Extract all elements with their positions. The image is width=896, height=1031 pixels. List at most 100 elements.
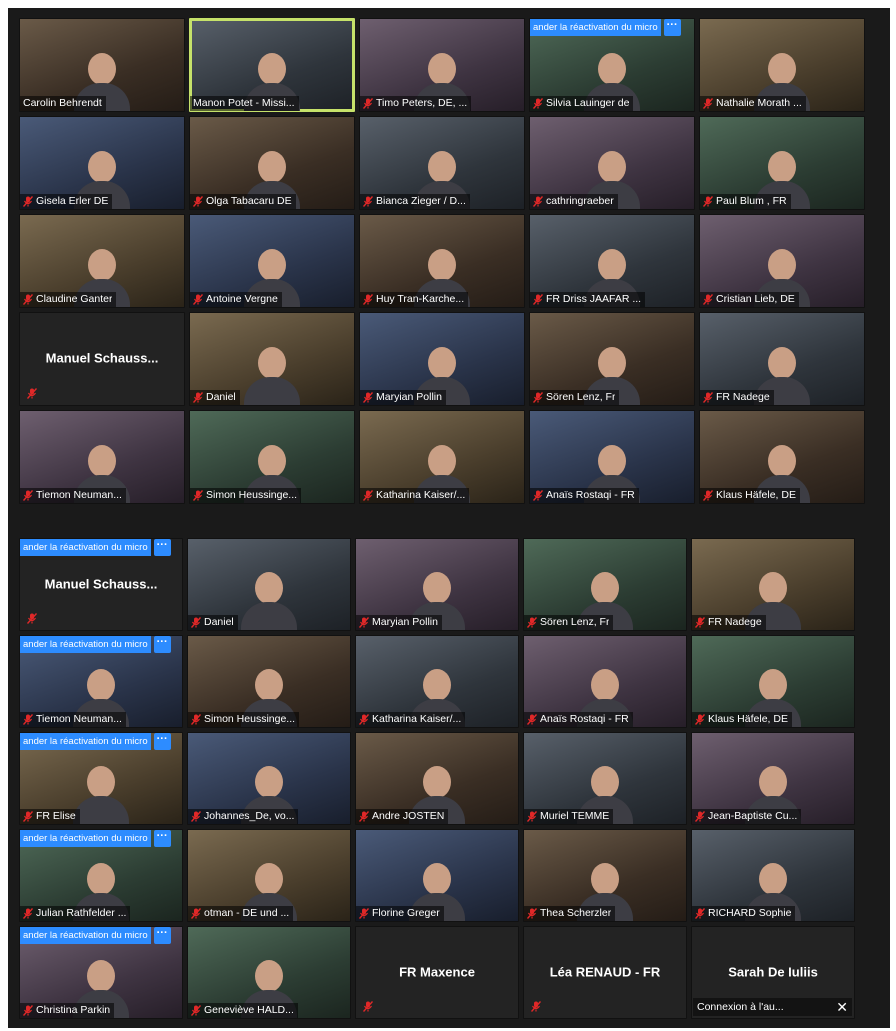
participant-name-bar: Silvia Lauinger de xyxy=(530,96,634,111)
participant-name: Katharina Kaiser/... xyxy=(376,489,466,501)
participant-tile-soren-lenz-fr[interactable]: Sören Lenz, Fr xyxy=(523,538,687,631)
participant-name: Anaïs Rostaqi - FR xyxy=(540,713,629,725)
more-options-button[interactable]: ··· xyxy=(153,636,171,653)
participant-name-bar: otman - DE und ... xyxy=(188,906,294,921)
participant-video xyxy=(73,762,129,824)
muted-microphone-icon xyxy=(703,391,713,403)
participant-tile-soren-lenz-fr[interactable]: Sören Lenz, Fr xyxy=(529,312,695,406)
participant-tile-andre-josten[interactable]: Andre JOSTEN xyxy=(355,732,519,825)
participant-tile-carolin-behrendt[interactable]: Carolin Behrendt xyxy=(19,18,185,112)
participant-tile-tiemon-neuman[interactable]: Tiemon Neuman... xyxy=(19,410,185,504)
participant-tile-genevieve-hald[interactable]: Geneviève HALD... xyxy=(187,926,351,1019)
muted-microphone-icon xyxy=(363,1001,373,1012)
participant-tile-silvia-lauinger-de[interactable]: Silvia Lauinger de ander la réactivation … xyxy=(529,18,695,112)
more-options-button[interactable]: ··· xyxy=(663,19,681,36)
muted-microphone-icon xyxy=(533,293,543,305)
participant-tile-fr-nadege[interactable]: FR Nadege xyxy=(699,312,865,406)
participant-tile-cristian-lieb-de[interactable]: Cristian Lieb, DE xyxy=(699,214,865,308)
unmute-request-banner[interactable]: ander la réactivation du micro ··· xyxy=(530,19,681,36)
participant-name-bar: Johannes_De, vo... xyxy=(188,809,299,824)
participant-tile-maryian-pollin[interactable]: Maryian Pollin xyxy=(359,312,525,406)
participant-tile-manuel-schauss[interactable]: Manuel Schauss... ander la réactivation d… xyxy=(19,538,183,631)
more-options-button[interactable]: ··· xyxy=(153,539,171,556)
muted-microphone-icon xyxy=(23,293,33,305)
muted-microphone-icon xyxy=(193,195,203,207)
participant-tile-fr-elise[interactable]: FR Elise ander la réactivation du micro ··… xyxy=(19,732,183,825)
participant-name: Daniel xyxy=(204,616,234,628)
unmute-request-banner[interactable]: ander la réactivation du micro ··· xyxy=(20,539,171,556)
participant-name-bar: Daniel xyxy=(190,390,240,405)
participant-tile-otman-de-und[interactable]: otman - DE und ... xyxy=(187,829,351,922)
participant-tile-huy-tran-karche[interactable]: Huy Tran-Karche... xyxy=(359,214,525,308)
participant-tile-johannes-de-vo[interactable]: Johannes_De, vo... xyxy=(187,732,351,825)
participant-name: Daniel xyxy=(206,391,236,403)
participant-tile-antoine-vergne[interactable]: Antoine Vergne xyxy=(189,214,355,308)
participant-tile-daniel[interactable]: Daniel xyxy=(189,312,355,406)
participant-tile-klaus-hafele-de[interactable]: Klaus Häfele, DE xyxy=(691,635,855,728)
muted-microphone-icon xyxy=(695,810,705,822)
participant-tile-nathalie-morath[interactable]: Nathalie Morath ... xyxy=(699,18,865,112)
participant-tile-fr-driss-jaafar[interactable]: FR Driss JAAFAR ... xyxy=(529,214,695,308)
muted-microphone-icon xyxy=(27,613,37,624)
close-icon[interactable]: ✕ xyxy=(836,1000,848,1014)
participant-name-bar: Maryian Pollin xyxy=(360,390,446,405)
participant-tile-paul-blum-fr[interactable]: Paul Blum , FR xyxy=(699,116,865,210)
unmute-request-banner[interactable]: ander la réactivation du micro ··· xyxy=(20,927,171,944)
participant-tile-daniel[interactable]: Daniel xyxy=(187,538,351,631)
participant-tile-thea-scherzler[interactable]: Thea Scherzler xyxy=(523,829,687,922)
participant-name: FR Maxence xyxy=(399,963,475,979)
participant-tile-tiemon-neuman[interactable]: Tiemon Neuman... ander la réactivation du… xyxy=(19,635,183,728)
participant-tile-manuel-schauss[interactable]: Manuel Schauss... xyxy=(19,312,185,406)
participant-tile-maryian-pollin[interactable]: Maryian Pollin xyxy=(355,538,519,631)
participant-tile-christina-parkin[interactable]: Christina Parkin ander la réactivation du… xyxy=(19,926,183,1019)
participant-tile-muriel-temme[interactable]: Muriel TEMME xyxy=(523,732,687,825)
participant-tile-bianca-zieger-d[interactable]: Bianca Zieger / D... xyxy=(359,116,525,210)
participant-name: Christina Parkin xyxy=(36,1004,111,1016)
participant-tile-julian-rathfelder[interactable]: Julian Rathfelder ... ander la réactivati… xyxy=(19,829,183,922)
participant-tile-lea-renaud-fr[interactable]: Léa RENAUD - FR xyxy=(523,926,687,1019)
muted-microphone-icon xyxy=(695,616,705,628)
participant-tile-sarah-de-iuliis[interactable]: Sarah De Iuliis Connexion à l'au... ✕ xyxy=(691,926,855,1019)
participant-tile-anais-rostaqi-fr[interactable]: Anaïs Rostaqi - FR xyxy=(529,410,695,504)
participant-name: Julian Rathfelder ... xyxy=(36,907,127,919)
participant-tile-claudine-ganter[interactable]: Claudine Ganter xyxy=(19,214,185,308)
participant-name-bar: Claudine Ganter xyxy=(20,292,117,307)
participant-tile-florine-greger[interactable]: Florine Greger xyxy=(355,829,519,922)
unmute-request-banner[interactable]: ander la réactivation du micro ··· xyxy=(20,830,171,847)
connection-status-bar: Connexion à l'au... ✕ xyxy=(693,998,852,1016)
participant-name-bar: Antoine Vergne xyxy=(190,292,282,307)
participant-tile-fr-maxence[interactable]: FR Maxence xyxy=(355,926,519,1019)
participant-tile-klaus-hafele-de[interactable]: Klaus Häfele, DE xyxy=(699,410,865,504)
participant-tile-olga-tabacaru-de[interactable]: Olga Tabacaru DE xyxy=(189,116,355,210)
more-options-button[interactable]: ··· xyxy=(153,733,171,750)
participant-tile-timo-peters-de[interactable]: Timo Peters, DE, ... xyxy=(359,18,525,112)
participant-name: Andre JOSTEN xyxy=(372,810,445,822)
participant-tile-jean-baptiste-cu[interactable]: Jean-Baptiste Cu... xyxy=(691,732,855,825)
more-options-button[interactable]: ··· xyxy=(153,830,171,847)
participant-tile-simon-heussinge[interactable]: Simon Heussinge... xyxy=(189,410,355,504)
participant-tile-cathringraeber[interactable]: cathringraeber xyxy=(529,116,695,210)
participant-name: Sören Lenz, Fr xyxy=(546,391,616,403)
participant-tile-gisela-erler-de[interactable]: Gisela Erler DE xyxy=(19,116,185,210)
more-options-button[interactable]: ··· xyxy=(153,927,171,944)
participant-tile-fr-nadege[interactable]: FR Nadege xyxy=(691,538,855,631)
participant-name: otman - DE und ... xyxy=(204,907,290,919)
participant-name: Simon Heussinge... xyxy=(204,713,296,725)
participant-tile-katharina-kaiser[interactable]: Katharina Kaiser/... xyxy=(359,410,525,504)
unmute-request-text: ander la réactivation du micro xyxy=(20,539,151,556)
participant-tile-katharina-kaiser[interactable]: Katharina Kaiser/... xyxy=(355,635,519,728)
muted-microphone-icon xyxy=(359,713,369,725)
participant-tile-manon-potet-missi[interactable]: Manon Potet - Missi... xyxy=(189,18,355,112)
unmute-request-banner[interactable]: ander la réactivation du micro ··· xyxy=(20,733,171,750)
muted-microphone-icon xyxy=(533,97,543,109)
muted-microphone-icon xyxy=(359,616,369,628)
participant-name-bar: Daniel xyxy=(188,615,238,630)
participant-tile-simon-heussinge[interactable]: Simon Heussinge... xyxy=(187,635,351,728)
participant-tile-anais-rostaqi-fr[interactable]: Anaïs Rostaqi - FR xyxy=(523,635,687,728)
participant-tile-richard-sophie[interactable]: RICHARD Sophie xyxy=(691,829,855,922)
unmute-request-banner[interactable]: ander la réactivation du micro ··· xyxy=(20,636,171,653)
participant-name-bar: Katharina Kaiser/... xyxy=(360,488,470,503)
participant-name-bar: Olga Tabacaru DE xyxy=(190,194,296,209)
muted-microphone-icon xyxy=(703,195,713,207)
participant-name: FR Elise xyxy=(36,810,76,822)
